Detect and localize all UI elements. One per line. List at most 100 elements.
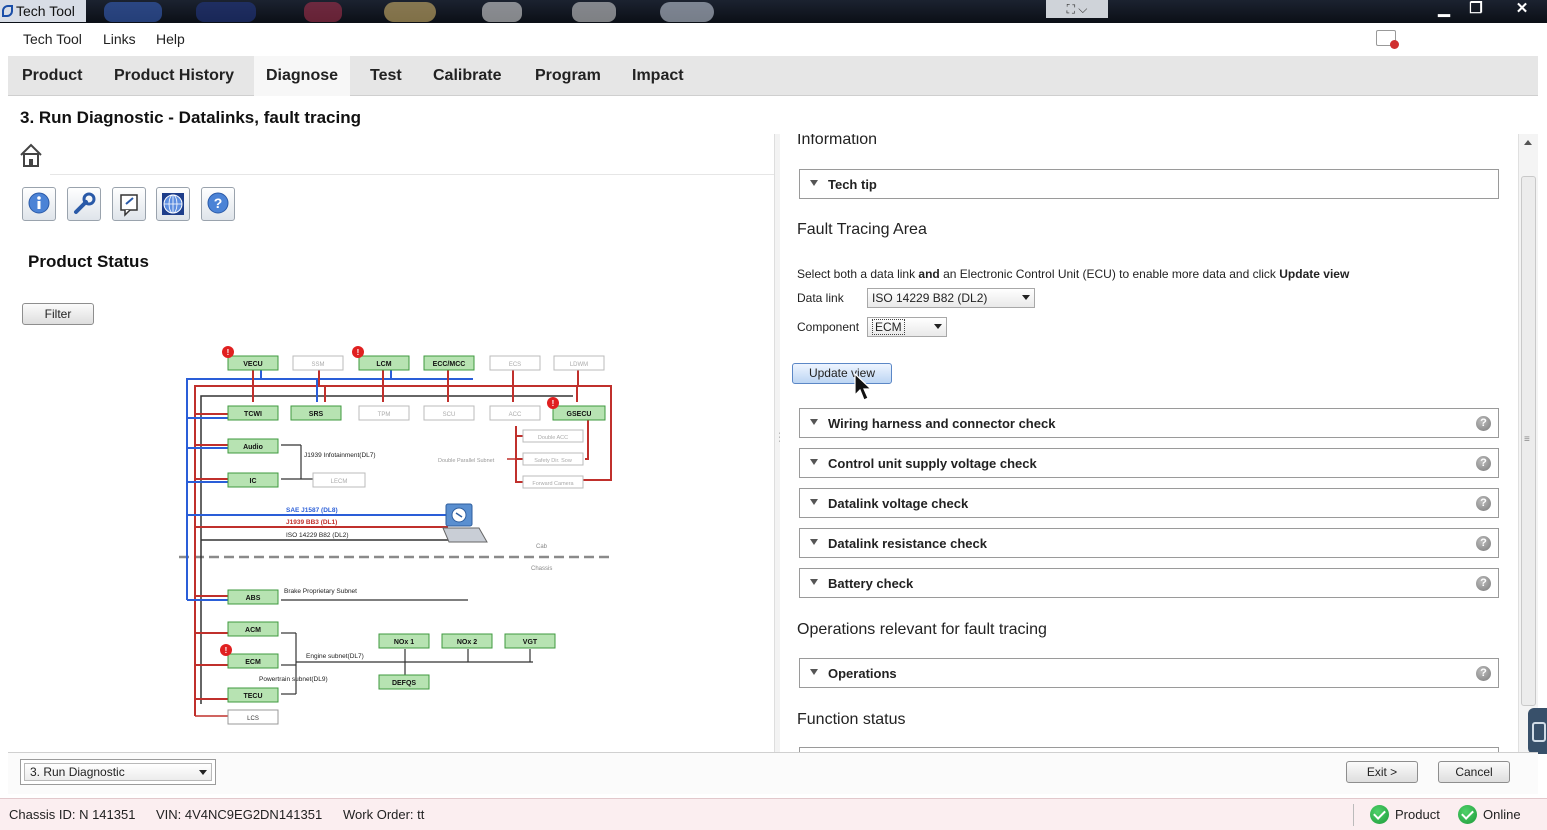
node-ldwm: LDWM bbox=[570, 362, 588, 368]
node-defqs: DEFQS bbox=[392, 680, 416, 687]
cancel-button[interactable]: Cancel bbox=[1438, 761, 1510, 783]
datalink-select[interactable]: ISO 14229 B82 (DL2) bbox=[867, 288, 1035, 308]
notification-icon[interactable] bbox=[1376, 30, 1399, 49]
title-bar: Tech Tool ⛶ ⌵ ▁ ❐ ✕ bbox=[0, 0, 1547, 23]
help-icon[interactable]: ? bbox=[1476, 416, 1491, 431]
help-icon[interactable]: ? bbox=[1476, 536, 1491, 551]
label-powertrain-subnet: Powertrain subnet(DL9) bbox=[259, 676, 328, 683]
function-status-title: Function status bbox=[797, 711, 906, 728]
node-vgt: VGT bbox=[523, 639, 538, 646]
update-view-button[interactable]: Update view bbox=[792, 363, 892, 384]
operations-title: Operations relevant for fault tracing bbox=[797, 621, 1047, 638]
chevron-down-icon bbox=[199, 770, 207, 775]
tab-calibrate[interactable]: Calibrate bbox=[421, 56, 513, 96]
tab-test[interactable]: Test bbox=[358, 56, 414, 96]
node-ssm: SSM bbox=[311, 362, 324, 368]
node-abs: ABS bbox=[246, 595, 261, 602]
help-icon[interactable]: ? bbox=[1476, 666, 1491, 681]
zoom-controls[interactable]: ⛶ ⌵ bbox=[1046, 0, 1108, 18]
help-icon[interactable]: ? bbox=[1476, 496, 1491, 511]
note-button[interactable] bbox=[112, 187, 146, 221]
menu-help[interactable]: Help bbox=[156, 31, 185, 47]
node-lcm: LCM bbox=[376, 361, 391, 368]
help-button[interactable]: ? bbox=[201, 187, 235, 221]
close-button[interactable]: ✕ bbox=[1508, 0, 1536, 18]
node-lcs: LCS bbox=[247, 716, 259, 722]
expand-arrow-icon bbox=[810, 419, 818, 425]
help-icon[interactable]: ? bbox=[1476, 576, 1491, 591]
app-icon bbox=[2, 5, 13, 17]
label-infotainment: J1939 Infotainment(DL7) bbox=[304, 452, 376, 459]
tab-diagnose[interactable]: Diagnose bbox=[254, 56, 351, 96]
window-title-area: Tech Tool bbox=[0, 0, 86, 22]
node-ecm: ECM bbox=[245, 659, 261, 666]
scroll-up-icon[interactable] bbox=[1524, 140, 1532, 145]
supply-voltage-check-panel[interactable]: Control unit supply voltage check ? bbox=[799, 448, 1499, 478]
info-button[interactable] bbox=[22, 187, 56, 221]
node-double-acc: Double ACC bbox=[538, 435, 568, 441]
tab-impact[interactable]: Impact bbox=[620, 56, 696, 96]
right-scrollbar[interactable]: ≡ bbox=[1518, 134, 1538, 752]
taskbar-thumb-white bbox=[482, 2, 522, 22]
tab-program[interactable]: Program bbox=[523, 56, 613, 96]
label-iso14229: ISO 14229 B82 (DL2) bbox=[286, 532, 349, 539]
label-sae-j1587: SAE J1587 (DL8) bbox=[286, 507, 338, 514]
svg-text:?: ? bbox=[214, 195, 223, 211]
node-tpm: TPM bbox=[378, 412, 391, 418]
tech-tip-title: Tech tip bbox=[828, 177, 877, 192]
node-tecu: TECU bbox=[243, 693, 262, 700]
node-forward-camera: Forward Camera bbox=[532, 481, 574, 487]
fault-tracing-title: Fault Tracing Area bbox=[797, 221, 927, 238]
tab-product[interactable]: Product bbox=[10, 56, 94, 96]
node-nox1: NOx 1 bbox=[394, 639, 414, 646]
node-audio: Audio bbox=[243, 444, 263, 451]
right-pane: Information Tech tip Fault Tracing Area … bbox=[780, 134, 1518, 752]
expand-arrow-icon bbox=[810, 180, 818, 186]
filter-button[interactable]: Filter bbox=[22, 303, 94, 325]
work-order: Work Order: tt bbox=[343, 807, 425, 822]
info-icon bbox=[28, 192, 50, 214]
step-select[interactable]: 3. Run Diagnostic bbox=[20, 759, 216, 785]
tab-product-history[interactable]: Product History bbox=[102, 56, 246, 96]
expand-arrow-icon bbox=[810, 459, 818, 465]
node-nox2: NOx 2 bbox=[457, 639, 477, 646]
tools-button[interactable] bbox=[67, 187, 101, 221]
label-j1939: J1939 BB3 (DL1) bbox=[286, 519, 337, 526]
product-status-title: Product Status bbox=[28, 252, 149, 271]
svg-text:!: ! bbox=[227, 348, 230, 357]
home-icon[interactable] bbox=[18, 142, 44, 170]
datalink-resistance-check-panel[interactable]: Datalink resistance check ? bbox=[799, 528, 1499, 558]
label-brake-subnet: Brake Proprietary Subnet bbox=[284, 588, 357, 595]
network-diagram: VECU LCM ECC/MCC TCWI SRS GSECU Audio IC… bbox=[179, 346, 613, 725]
minimize-button[interactable]: ▁ bbox=[1430, 0, 1458, 18]
chevron-down-icon bbox=[1022, 295, 1030, 300]
svg-text:!: ! bbox=[552, 399, 555, 408]
tech-tip-panel[interactable]: Tech tip bbox=[799, 169, 1499, 199]
exit-button[interactable]: Exit > bbox=[1346, 761, 1418, 783]
component-select[interactable]: ECM bbox=[867, 317, 947, 337]
menu-tech-tool[interactable]: Tech Tool bbox=[23, 31, 82, 47]
maximize-button[interactable]: ❐ bbox=[1462, 0, 1490, 18]
fault-tracing-instruction: Select both a data link and an Electroni… bbox=[797, 267, 1350, 281]
main-tabs: Product Product History Diagnose Test Ca… bbox=[8, 56, 1538, 96]
expand-arrow-icon bbox=[810, 669, 818, 675]
datalink-voltage-check-panel[interactable]: Datalink voltage check ? bbox=[799, 488, 1499, 518]
help-icon[interactable]: ? bbox=[1476, 456, 1491, 471]
globe-button[interactable] bbox=[156, 187, 190, 221]
side-panel-tab[interactable] bbox=[1528, 708, 1547, 754]
bottom-bar: 3. Run Diagnostic Exit > Cancel bbox=[8, 752, 1538, 794]
operations-panel[interactable]: Operations ? bbox=[799, 658, 1499, 688]
help-icon: ? bbox=[207, 192, 229, 214]
node-vecu: VECU bbox=[243, 361, 262, 368]
vin: VIN: 4V4NC9EG2DN141351 bbox=[156, 807, 323, 822]
globe-icon bbox=[162, 193, 184, 215]
scroll-grip-icon: ≡ bbox=[1524, 434, 1530, 445]
note-icon bbox=[120, 194, 138, 217]
menu-bar: Tech Tool Links Help bbox=[8, 23, 1410, 54]
battery-check-panel[interactable]: Battery check ? bbox=[799, 568, 1499, 598]
menu-links[interactable]: Links bbox=[103, 31, 136, 47]
expand-arrow-icon bbox=[810, 579, 818, 585]
wiring-harness-check-panel[interactable]: Wiring harness and connector check ? bbox=[799, 408, 1499, 438]
product-ok-icon bbox=[1370, 805, 1389, 824]
taskbar-thumb-navy bbox=[196, 2, 256, 22]
